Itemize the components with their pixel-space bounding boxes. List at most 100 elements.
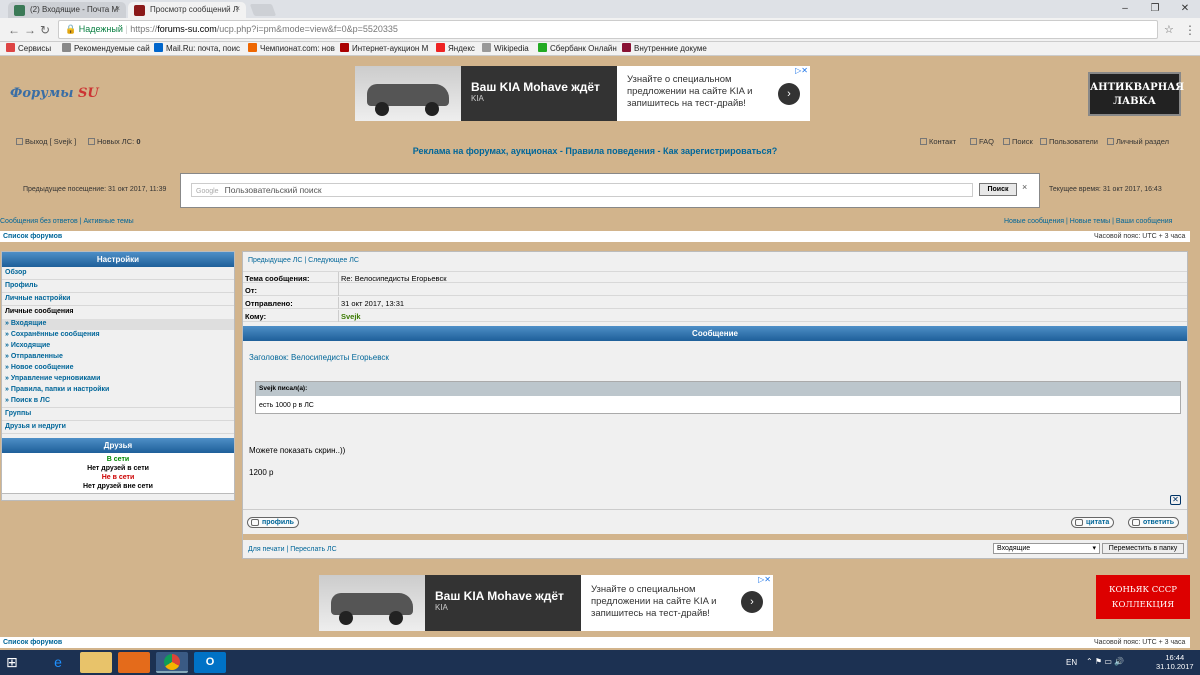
friends-header: Друзья [2, 438, 234, 453]
tab-title: Просмотр сообщений Л [150, 5, 239, 14]
konyak-banner[interactable]: КОНЬЯК СССР КОЛЛЕКЦИЯ [1096, 575, 1190, 619]
bookmark-apps[interactable]: Сервисы [6, 43, 51, 53]
reply-button[interactable]: ответить [1128, 517, 1180, 528]
back-icon[interactable]: ← [8, 23, 20, 37]
logout-link[interactable]: Выход [ Svejk ] [16, 137, 76, 146]
breadcrumb[interactable]: Список форумов [3, 233, 62, 240]
bookmark-recommended[interactable]: Рекомендуемые сай [62, 43, 150, 53]
sidebar-item-saved[interactable]: » Сохранённые сообщения [2, 330, 234, 341]
site-links[interactable]: Реклама на форумах, аукционах - Правила … [0, 146, 1190, 156]
chevron-down-icon: ▾ [1092, 545, 1096, 552]
unanswered-active-links[interactable]: Сообщения без ответов | Активные темы [0, 218, 134, 225]
star-icon[interactable]: ☆ [1164, 23, 1174, 36]
no-offline-friends: Нет друзей вне сети [83, 483, 153, 490]
search-link[interactable]: Поиск [1003, 137, 1033, 146]
move-to-folder-button[interactable]: Переместить в папку [1102, 543, 1184, 554]
sidebar-item-pm-search[interactable]: » Поиск в ЛС [2, 396, 234, 408]
close-icon[interactable]: × [235, 4, 240, 13]
close-icon[interactable]: × [115, 4, 120, 13]
sidebar-item-compose[interactable]: » Новое сообщение [2, 363, 234, 374]
sidebar-item-overview[interactable]: Обзор [2, 267, 234, 280]
profile-button[interactable]: профиль [247, 517, 299, 528]
url-scheme: https:// [130, 24, 158, 34]
sidebar-item-inbox[interactable]: » Входящие [2, 319, 234, 330]
explorer-icon[interactable] [80, 652, 112, 673]
sidebar-item-profile[interactable]: Профиль [2, 280, 234, 293]
tab-mail[interactable]: (2) Входящие - Почта М × [8, 2, 126, 18]
site-logo[interactable]: Форумы SU [10, 86, 99, 101]
tab-title: (2) Входящие - Почта М [30, 5, 119, 14]
prev-next-pm[interactable]: Предыдущее ЛС | Следующее ЛС [248, 257, 359, 264]
ad-arrow-icon[interactable]: › [741, 591, 763, 613]
search-button[interactable]: Поиск [979, 183, 1017, 196]
menu-icon[interactable]: ⋮ [1184, 23, 1196, 37]
subject-value: Re: Велосипедисты Егорьевск [341, 274, 447, 283]
sidebar-item-drafts[interactable]: » Управление черновиками [2, 374, 234, 385]
report-icon[interactable]: ✕ [1170, 495, 1181, 505]
faq-link[interactable]: FAQ [970, 137, 994, 146]
tab-forum[interactable]: Просмотр сообщений Л × [128, 2, 246, 18]
clear-search-icon[interactable]: × [1022, 182, 1027, 192]
last-visit: Предыдущее посещение: 31 окт 2017, 11:39 [23, 186, 167, 193]
sidebar-item-prefs[interactable]: Личные настройки [2, 293, 234, 306]
folder-select[interactable]: Входящие ▾ [993, 543, 1100, 554]
ad-copy: Узнайте о специальном предложении на сай… [627, 74, 753, 109]
to-row: Кому: Svejk [243, 310, 1187, 322]
bookmark-internal-docs[interactable]: Внутренние докуме [622, 43, 707, 53]
to-value[interactable]: Svejk [341, 312, 361, 321]
bookmark-wikipedia[interactable]: Wikipedia [482, 43, 529, 53]
minimize-icon[interactable]: – [1110, 0, 1140, 18]
language-indicator[interactable]: EN [1066, 658, 1077, 667]
bookmarks-bar: Сервисы Рекомендуемые сай Mail.Ru: почта… [0, 42, 1200, 56]
reload-icon[interactable]: ↻ [40, 23, 50, 37]
new-pm-link[interactable]: Новых ЛС: 0 [88, 137, 140, 146]
bookmark-sberbank[interactable]: Сбербанк Онлайн [538, 43, 617, 53]
print-forward-links[interactable]: Для печати | Переслать ЛС [248, 546, 337, 553]
antique-shop-banner[interactable]: АНТИКВАРНАЯ ЛАВКА [1088, 72, 1184, 116]
ucp-link[interactable]: Личный раздел [1107, 137, 1169, 146]
url-host: forums-su.com [157, 24, 217, 34]
sidebar-item-rules[interactable]: » Правила, папки и настройки [2, 385, 234, 396]
kia-ad-banner-bottom[interactable]: Ваш KIA Mohave ждёт KIA Узнайте о специал… [319, 575, 773, 631]
tray-icons[interactable]: ⌃ ⚑ ▭ 🔊 [1086, 657, 1124, 666]
media-player-icon[interactable] [118, 652, 150, 673]
members-link[interactable]: Пользователи [1040, 137, 1098, 146]
message-panel: Предыдущее ЛС | Следующее ЛС Тема сообще… [242, 251, 1188, 559]
bookmark-championat[interactable]: Чемпионат.com: нов [248, 43, 335, 53]
pm-icon [88, 138, 95, 145]
forward-icon[interactable]: → [24, 23, 36, 37]
chrome-icon[interactable] [156, 652, 188, 673]
bookmark-yandex[interactable]: Яндекс [436, 43, 475, 53]
sidebar-item-sent[interactable]: » Отправленные [2, 352, 234, 363]
windows-start-icon[interactable]: ⊞ [6, 654, 18, 670]
kia-ad-banner[interactable]: Ваш KIA Mohave ждёт KIA Узнайте о специал… [355, 66, 810, 121]
bookmark-auction[interactable]: Интернет-аукцион М [340, 43, 428, 53]
ad-brand: KIA [471, 94, 484, 103]
outlook-icon[interactable]: O [194, 652, 226, 673]
settings-sidebar: Настройки Обзор Профиль Личные настройки… [1, 251, 235, 501]
sidebar-item-outbox[interactable]: » Исходящие [2, 341, 234, 352]
search-input[interactable]: Google Пользовательский поиск [191, 183, 973, 197]
lock-icon: 🔒 [65, 24, 77, 34]
faq-icon [970, 138, 977, 145]
timezone: Часовой пояс: UTC + 3 часа [1094, 233, 1186, 240]
quote-icon [1075, 519, 1083, 526]
message-title: Заголовок: Велосипедисты Егорьевск [249, 353, 389, 362]
footer-breadcrumb[interactable]: Список форумов [3, 639, 62, 646]
quote-button[interactable]: цитата [1071, 517, 1115, 528]
ie-icon[interactable]: e [42, 652, 74, 673]
sidebar-item-friends[interactable]: Друзья и недруги [2, 421, 234, 434]
new-posts-links[interactable]: Новые сообщения | Новые темы | Ваши сооб… [1004, 218, 1172, 225]
contact-link[interactable]: Контакт [920, 137, 956, 146]
url-input[interactable]: 🔒 Надежный | https://forums-su.com/ucp.p… [58, 20, 1158, 39]
ad-arrow-icon[interactable]: › [778, 83, 800, 105]
bookmark-mailru[interactable]: Mail.Ru: почта, поис [154, 43, 240, 53]
clock[interactable]: 16:44 31.10.2017 [1156, 653, 1194, 671]
sidebar-item-groups[interactable]: Группы [2, 408, 234, 421]
ad-choices-icon[interactable]: ▷✕ [795, 66, 808, 75]
ad-choices-icon[interactable]: ▷✕ [758, 575, 771, 584]
sent-value: 31 окт 2017, 13:31 [341, 299, 405, 308]
maximize-icon[interactable]: ❐ [1140, 0, 1170, 18]
close-window-icon[interactable]: ✕ [1170, 0, 1200, 18]
new-tab-button[interactable] [249, 4, 277, 16]
